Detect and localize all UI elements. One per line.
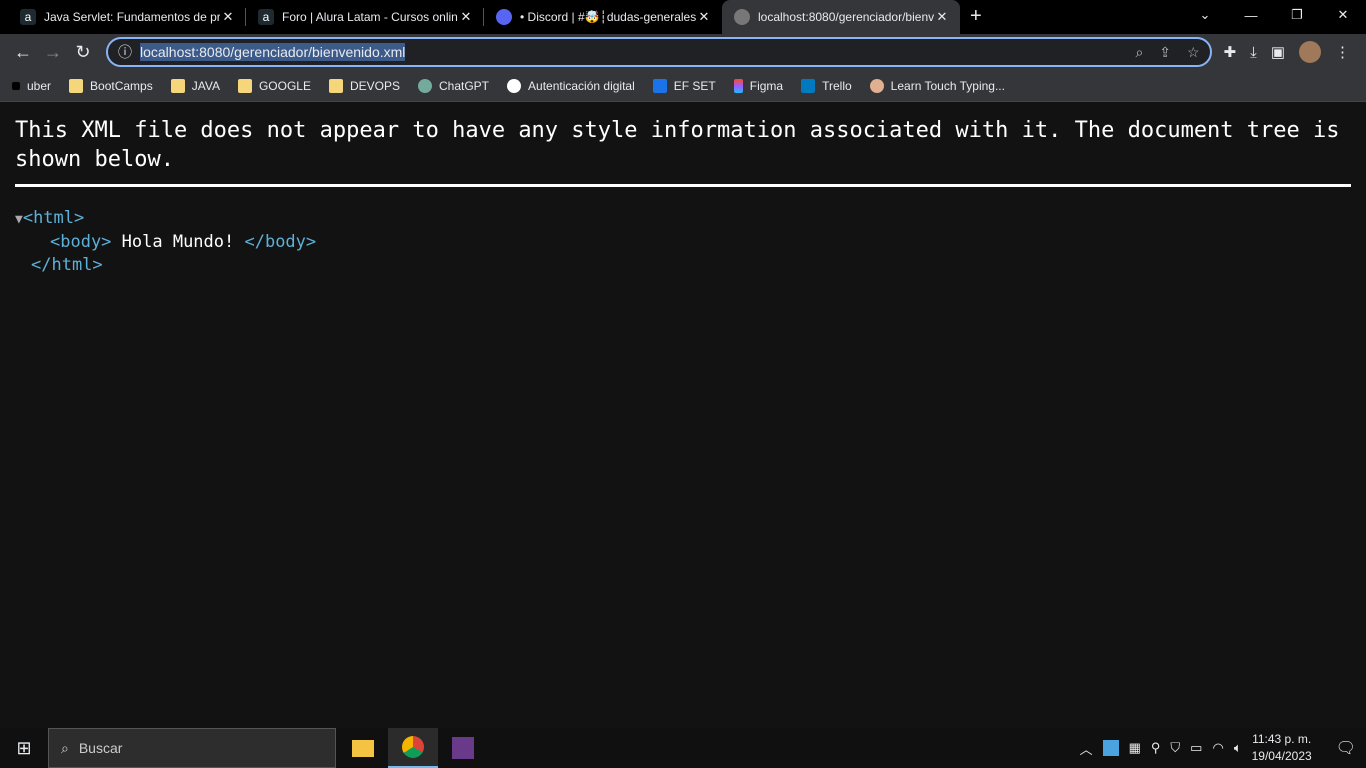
volume-icon[interactable]: 🔈︎ xyxy=(1234,740,1242,756)
battery-icon[interactable]: ▭ xyxy=(1190,740,1202,756)
tab-active[interactable]: localhost:8080/gerenciador/bienv ✕ xyxy=(722,0,960,34)
tab-search-icon[interactable]: ⌄ xyxy=(1182,0,1228,30)
bookmark[interactable]: EF SET xyxy=(652,78,716,93)
address-bar[interactable]: ⓘ localhost:8080/gerenciador/bienvenido.… xyxy=(106,37,1212,67)
globe-icon xyxy=(734,9,750,25)
typing-icon xyxy=(869,78,884,93)
network-device-icon[interactable]: ▦ xyxy=(1129,740,1141,756)
chatgpt-icon xyxy=(418,78,432,93)
uber-icon xyxy=(12,81,20,90)
notifications-icon[interactable]: 🗨︎ xyxy=(1336,738,1356,758)
collapse-triangle-icon[interactable]: ▼ xyxy=(15,212,23,227)
divider xyxy=(15,184,1351,187)
info-icon[interactable]: ⓘ xyxy=(118,42,132,62)
bookmark-star-icon[interactable]: ☆ xyxy=(1187,44,1200,61)
alura-icon: a xyxy=(20,9,36,25)
xml-tree: ▼<html> <body> Hola Mundo! </body> </htm… xyxy=(15,208,317,275)
bookmark[interactable]: Autenticación digital xyxy=(507,78,635,93)
discord-icon xyxy=(496,9,512,25)
bookmark-folder[interactable]: BootCamps xyxy=(69,78,153,93)
bookmark[interactable]: uber xyxy=(12,79,51,93)
alura-icon: a xyxy=(258,9,274,25)
taskbar: ⊞ ⌕ Buscar ︿ ▦ ⚲ ⛉ ▭ ◠ 🔈︎ 11:43 p. m. 19/0… xyxy=(0,728,1366,768)
close-window-button[interactable]: ✕ xyxy=(1320,0,1366,30)
close-tab-icon[interactable]: ✕ xyxy=(220,9,236,25)
clock[interactable]: 11:43 p. m. 19/04/2023 xyxy=(1252,731,1312,765)
avatar[interactable] xyxy=(1299,41,1321,63)
tab[interactable]: a Java Servlet: Fundamentos de pro ✕ xyxy=(8,0,246,34)
bookmark[interactable]: ChatGPT xyxy=(418,78,489,93)
app-tray-icon[interactable] xyxy=(1102,740,1119,756)
close-tab-icon[interactable]: ✕ xyxy=(458,9,474,25)
folder-icon xyxy=(170,78,185,93)
security-shield-icon[interactable]: ⛉ xyxy=(1170,740,1180,756)
wifi-icon[interactable]: ◠ xyxy=(1212,740,1223,756)
folder-icon xyxy=(69,78,84,93)
tab-strip: a Java Servlet: Fundamentos de pro ✕ a Foro… xyxy=(0,0,1366,34)
bookmark[interactable]: Figma xyxy=(733,78,783,93)
menu-icon[interactable]: ⋮ xyxy=(1335,43,1350,61)
forward-button[interactable]: → xyxy=(38,42,68,63)
system-tray: ︿ ▦ ⚲ ⛉ ▭ ◠ 🔈︎ 11:43 p. m. 19/04/2023 🗨︎ xyxy=(1080,731,1366,765)
bookmark-folder[interactable]: DEVOPS xyxy=(328,78,400,93)
zoom-icon[interactable]: ⌕ xyxy=(1135,44,1143,61)
folder-icon xyxy=(328,78,343,93)
minimize-button[interactable]: — xyxy=(1228,0,1274,30)
back-button[interactable]: ← xyxy=(8,42,38,63)
restore-button[interactable]: ❐ xyxy=(1274,0,1320,30)
efset-icon xyxy=(652,78,667,93)
chevron-up-icon[interactable]: ︿ xyxy=(1080,739,1093,758)
bookmark-folder[interactable]: JAVA xyxy=(170,78,220,93)
file-explorer-icon[interactable] xyxy=(338,728,388,768)
bookmarks-bar: uber BootCamps JAVA GOOGLE DEVOPS ChatGP… xyxy=(0,70,1366,102)
chrome-icon[interactable] xyxy=(388,728,438,768)
close-tab-icon[interactable]: ✕ xyxy=(696,9,712,25)
download-icon[interactable]: ⤓ xyxy=(1250,44,1257,61)
side-panel-icon[interactable]: ▣ xyxy=(1271,43,1285,61)
xml-notice: This XML file does not appear to have an… xyxy=(15,118,1340,172)
tab[interactable]: • Discord | #🤯┆dudas-generales ✕ xyxy=(484,0,722,34)
app-icon[interactable] xyxy=(438,728,488,768)
share-icon[interactable]: ⇪ xyxy=(1159,44,1171,61)
extensions-icon[interactable]: ✚ xyxy=(1224,43,1237,61)
toolbar: ← → ↻ ⓘ localhost:8080/gerenciador/bienv… xyxy=(0,34,1366,70)
figma-icon xyxy=(733,78,743,93)
tab[interactable]: a Foro | Alura Latam - Cursos onlin ✕ xyxy=(246,0,484,34)
url-text[interactable]: localhost:8080/gerenciador/bienvenido.xm… xyxy=(140,43,406,61)
satellite-icon[interactable]: ⚲ xyxy=(1151,740,1161,756)
page-content: This XML file does not appear to have an… xyxy=(0,102,1366,291)
taskbar-search[interactable]: ⌕ Buscar xyxy=(48,728,336,768)
globe-icon xyxy=(507,78,522,93)
bookmark-folder[interactable]: GOOGLE xyxy=(237,78,311,93)
trello-icon xyxy=(801,78,816,93)
close-tab-icon[interactable]: ✕ xyxy=(934,9,950,25)
folder-icon xyxy=(237,78,252,93)
reload-button[interactable]: ↻ xyxy=(68,42,98,63)
new-tab-button[interactable]: + xyxy=(970,0,982,34)
search-icon: ⌕ xyxy=(61,739,69,756)
bookmark[interactable]: Learn Touch Typing... xyxy=(869,78,1005,93)
windows-start-icon[interactable]: ⊞ xyxy=(0,738,48,759)
bookmark[interactable]: Trello xyxy=(801,78,852,93)
